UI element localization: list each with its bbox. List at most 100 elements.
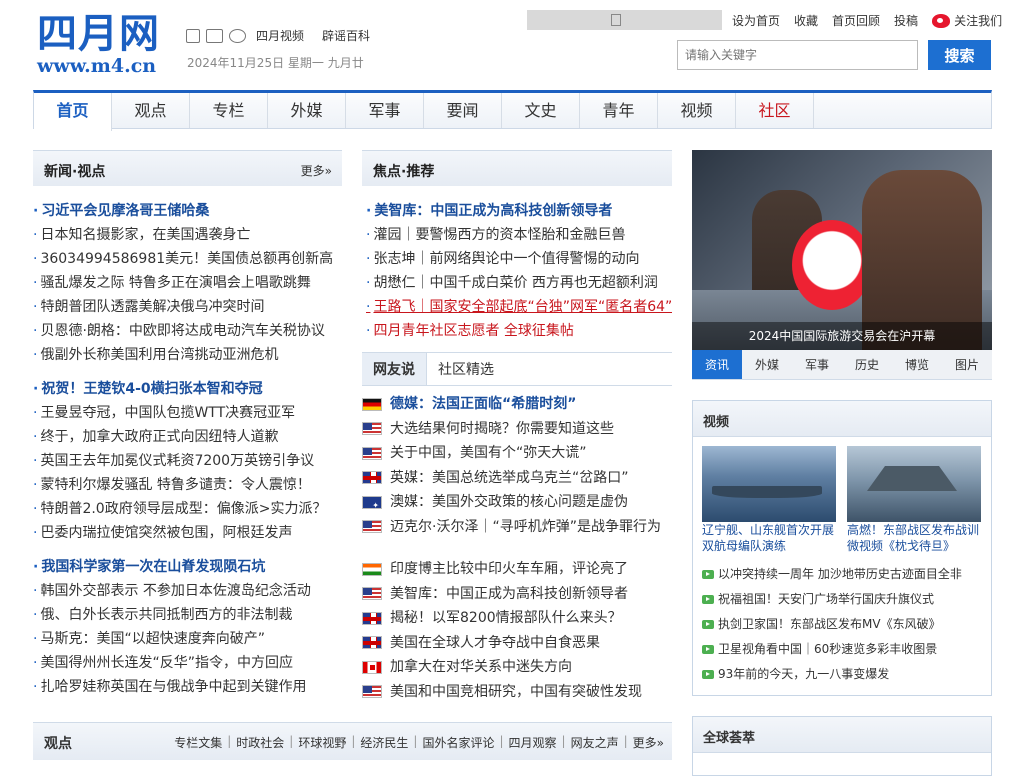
separator: |: [413, 734, 418, 748]
list-item[interactable]: 执剑卫家国！东部战区发布MV《东风破》: [702, 612, 962, 637]
search-button[interactable]: 搜索: [928, 40, 991, 70]
list-item[interactable]: 36034994586981美元！美国债总额再创新高: [33, 247, 342, 271]
list-item[interactable]: 特朗普2.0政府领导层成型：偏像派>实力派？: [33, 497, 342, 521]
news-list-1: 习近平会见摩洛哥王储哈桑 日本知名摄影家，在美国遇袭身亡 36034994586…: [33, 199, 342, 367]
video-link[interactable]: 四月视频: [256, 27, 304, 44]
news-more-link[interactable]: 更多»: [301, 162, 332, 179]
germany-flag-icon: [362, 397, 382, 411]
list-item[interactable]: 美智库：中国正成为高科技创新领导者: [362, 582, 672, 607]
monitor-icon[interactable]: [206, 28, 223, 43]
list-item[interactable]: 贝恩德·朗格：中欧即将达成电动汽车关税协议: [33, 319, 342, 343]
list-item[interactable]: 终于，加拿大政府正式向因纽特人道歉: [33, 425, 342, 449]
list-item[interactable]: 习近平会见摩洛哥王储哈桑: [33, 199, 342, 223]
news-panel-header: 新闻·视点 更多»: [33, 150, 342, 186]
list-item[interactable]: 祝福祖国！天安门广场举行国庆升旗仪式: [702, 587, 962, 612]
opinion-link[interactable]: 环球视野: [298, 734, 346, 751]
nav-youth[interactable]: 青年: [580, 93, 658, 128]
opinion-link[interactable]: 专栏文集: [174, 734, 222, 751]
nav-headlines[interactable]: 要闻: [424, 93, 502, 128]
opinion-more-link[interactable]: 更多»: [633, 734, 664, 751]
opinion-link[interactable]: 网友之声: [571, 734, 619, 751]
list-item[interactable]: 骚乱爆发之际 特鲁多正在演唱会上唱歌跳舞: [33, 271, 342, 295]
list-item[interactable]: 93年前的今天，九一八事变爆发: [702, 662, 962, 687]
search-input[interactable]: [677, 40, 918, 70]
list-item[interactable]: 大选结果何时揭晓？你需要知道这些: [362, 417, 672, 442]
item-text: 美智库：中国正成为高科技创新领导者: [390, 585, 628, 602]
tab-foreign-media[interactable]: 外媒: [742, 350, 792, 379]
list-item[interactable]: 迈克尔·沃尔泽｜“寻呼机炸弹”是战争罪行为: [362, 515, 672, 540]
list-item[interactable]: 俄副外长称美国利用台湾挑动亚洲危机: [33, 343, 342, 367]
list-item[interactable]: 韩国外交部表示 不参加日本佐渡岛纪念活动: [33, 579, 342, 603]
list-item[interactable]: 印度博主比较中印火车车厢，评论亮了: [362, 557, 672, 582]
list-item[interactable]: 张志坤｜前网络舆论中一个值得警惕的动向: [366, 247, 672, 271]
list-item[interactable]: 王曼昱夺冠，中国队包揽WTT决赛冠亚军: [33, 401, 342, 425]
site-logo[interactable]: 四月网 www.m4.cn: [37, 12, 160, 77]
homepage-review-link[interactable]: 首页回顾: [832, 12, 880, 29]
list-item[interactable]: 祝贺！王楚钦4-0横扫张本智和夺冠: [33, 377, 342, 401]
list-item[interactable]: 英媒：美国总统选举成乌克兰“岔路口”: [362, 466, 672, 491]
tab-military[interactable]: 军事: [792, 350, 842, 379]
list-item[interactable]: 蒙特利尔爆发骚乱 特鲁多谴责：令人震惊！: [33, 473, 342, 497]
opinion-link[interactable]: 四月观察: [509, 734, 557, 751]
list-item[interactable]: 英国王去年加冕仪式耗资7200万英镑引争议: [33, 449, 342, 473]
list-item[interactable]: 美国和中国竞相研究，中国有突破性发现: [362, 680, 672, 705]
list-item[interactable]: 日本知名摄影家，在美国遇袭身亡: [33, 223, 342, 247]
mobile-icon[interactable]: [186, 28, 200, 43]
follow-us-link[interactable]: 关注我们: [932, 12, 1002, 29]
nav-military[interactable]: 军事: [346, 93, 424, 128]
list-item[interactable]: 特朗普团队透露美解决俄乌冲突时间: [33, 295, 342, 319]
list-item[interactable]: 美智库：中国正成为高科技创新领导者: [366, 199, 672, 223]
list-item[interactable]: 俄、白外长表示共同抵制西方的非法制裁: [33, 603, 342, 627]
list-item[interactable]: 卫星视角看中国｜60秒速览多彩丰收图景: [702, 637, 962, 662]
nav-opinion[interactable]: 观点: [112, 93, 190, 128]
list-item[interactable]: 胡懋仁｜中国千成白菜价 西方再也无超额利润: [366, 271, 672, 295]
chat-bubble-icon[interactable]: [229, 28, 246, 43]
list-item[interactable]: 美国在全球人才争夺战中自食恶果: [362, 631, 672, 656]
list-item[interactable]: 德媒：法国正面临“希腊时刻”: [362, 392, 672, 417]
tab-netizen[interactable]: 网友说: [362, 353, 427, 385]
nav-video[interactable]: 视频: [658, 93, 736, 128]
list-item[interactable]: 四月青年社区志愿者 全球征集帖: [366, 319, 672, 343]
global-panel: 全球荟萃: [692, 716, 992, 776]
nav-community[interactable]: 社区: [736, 93, 814, 128]
opinion-link[interactable]: 经济民生: [360, 734, 408, 751]
video-thumb-carrier[interactable]: [702, 446, 836, 522]
nav-foreign-media[interactable]: 外媒: [268, 93, 346, 128]
list-item[interactable]: 我国科学家第一次在山脊发现陨石坑: [33, 555, 342, 579]
list-item[interactable]: 灌园｜要警惕西方的资本怪胎和金融巨兽: [366, 223, 672, 247]
submit-link[interactable]: 投稿: [894, 12, 918, 29]
item-text: 揭秘！以军8200情报部队什么来头？: [390, 610, 622, 626]
list-item[interactable]: 澳媒：美国外交政策的核心问题是虚伪: [362, 490, 672, 515]
list-item[interactable]: 揭秘！以军8200情报部队什么来头？: [362, 606, 672, 631]
nav-column[interactable]: 专栏: [190, 93, 268, 128]
set-homepage-link[interactable]: 设为首页: [732, 12, 780, 29]
nav-home[interactable]: 首页: [34, 93, 112, 131]
tab-history[interactable]: 历史: [842, 350, 892, 379]
opinion-link[interactable]: 国外名家评论: [422, 734, 494, 751]
header-icon-links: 四月视频 辟谣百科: [186, 27, 370, 44]
tab-community-picks[interactable]: 社区精选: [427, 353, 505, 385]
list-item[interactable]: 以冲突持续一周年 加沙地带历史古迹面目全非: [702, 562, 962, 587]
rumor-wiki-link[interactable]: 辟谣百科: [322, 27, 370, 44]
ad-banner[interactable]: [527, 10, 722, 30]
video-caption[interactable]: 高燃！东部战区发布战训微视频《枕戈待旦》: [847, 522, 987, 554]
list-item[interactable]: 马斯克：美国“以超快速度奔向破产”: [33, 627, 342, 651]
list-item[interactable]: 王路飞｜国家安全部起底“台独”网军“匿名者64”: [366, 295, 672, 319]
opinion-link[interactable]: 时政社会: [236, 734, 284, 751]
favorite-link[interactable]: 收藏: [794, 12, 818, 29]
featured-photo[interactable]: 2024中国国际旅游交易会在沪开幕: [692, 150, 992, 350]
list-item[interactable]: 美国得州州长连发“反华”指令，中方回应: [33, 651, 342, 675]
video-thumb-warship[interactable]: [847, 446, 981, 522]
tab-expo[interactable]: 博览: [892, 350, 942, 379]
list-item[interactable]: 加拿大在对华关系中迷失方向: [362, 655, 672, 680]
list-item[interactable]: 扎哈罗娃称英国在与俄战争中起到关键作用: [33, 675, 342, 699]
item-text: 祝福祖国！天安门广场举行国庆升旗仪式: [718, 592, 935, 606]
item-text: 以冲突持续一周年 加沙地带历史古迹面目全非: [718, 567, 962, 581]
tab-news[interactable]: 资讯: [692, 350, 742, 379]
tab-pictures[interactable]: 图片: [942, 350, 992, 379]
list-item[interactable]: 巴委内瑞拉使馆突然被包围，阿根廷发声: [33, 521, 342, 545]
video-caption[interactable]: 辽宁舰、山东舰首次开展双航母编队演练: [702, 522, 842, 554]
nav-history[interactable]: 文史: [502, 93, 580, 128]
video-panel-title: 视频: [693, 401, 991, 437]
list-item[interactable]: 关于中国，美国有个“弥天大谎”: [362, 441, 672, 466]
